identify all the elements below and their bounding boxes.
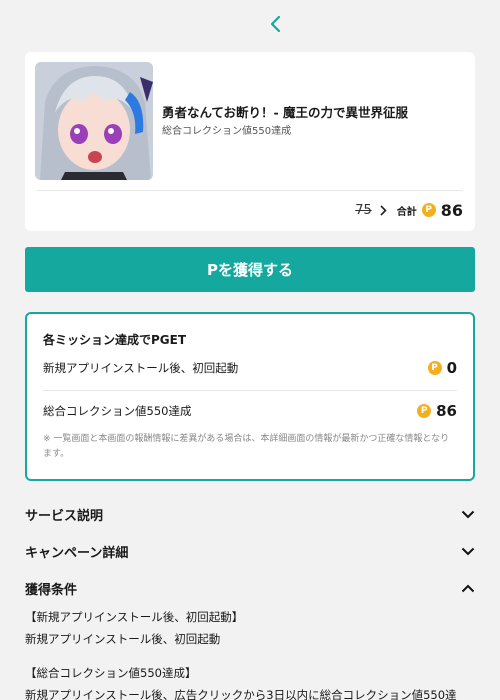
chevron-right-icon [380,204,387,216]
missions-title: 各ミッション達成でPGET [43,333,187,347]
point-coin-icon: P [421,203,436,217]
mission-row: 新規アプリインストール後、初回起動 P 0 [43,356,457,380]
accordion-service[interactable]: サービス説明 [25,500,475,528]
condition-heading: 【総合コレクション値550達成】 [25,666,197,680]
product-card[interactable]: 勇者なんてお断り！- 魔王の力で異世界征服 総合コレクション値550達成 75 … [25,52,475,231]
mission-points: 86 [436,402,457,420]
point-coin-icon: P [427,361,442,375]
condition-text: 新規アプリインストール後、広告クリックから3日以内に総合コレクション値550達 [25,688,457,700]
old-price: 75 [355,202,372,218]
top-bar [0,0,500,48]
total-points: 86 [440,200,463,220]
chevron-up-icon [461,584,475,592]
accordion-label: 獲得条件 [25,582,78,598]
accordion-conditions[interactable]: 獲得条件 [25,574,475,602]
missions-box: 各ミッション達成でPGET 新規アプリインストール後、初回起動 P 0 総合コレ… [25,312,475,481]
accordion-label: サービス説明 [25,508,104,524]
accordion-label: キャンペーン詳細 [25,545,129,561]
price-row: 75 合計 P 86 [355,199,463,221]
chevron-down-icon [461,547,475,555]
divider [43,390,457,391]
back-button[interactable] [265,12,285,36]
app-thumbnail [35,62,153,180]
mission-row: 総合コレクション値550達成 P 86 [43,399,457,423]
get-points-button[interactable]: Pを獲得する [25,247,475,292]
total-label: 合計 [396,206,417,218]
condition-text: 新規アプリインストール後、初回起動 [25,632,221,646]
mission-points: 0 [446,359,457,377]
point-coin-icon: P [417,404,432,418]
app-title: 勇者なんてお断り！- 魔王の力で異世界征服 [162,105,409,120]
chevron-down-icon [461,510,475,518]
condition-heading: 【新規アプリインストール後、初回起動】 [25,610,244,624]
accordion-campaign[interactable]: キャンペーン詳細 [25,537,475,565]
mission-label: 総合コレクション値550達成 [43,404,192,418]
app-subtitle: 総合コレクション値550達成 [162,126,292,137]
missions-note: ※ 一覧画面と本画面の報酬情報に差異がある場合は、本詳細画面の情報が最新かつ正確… [43,434,450,459]
mission-label: 新規アプリインストール後、初回起動 [43,361,239,375]
chevron-left-icon [270,15,281,33]
divider [37,190,463,191]
